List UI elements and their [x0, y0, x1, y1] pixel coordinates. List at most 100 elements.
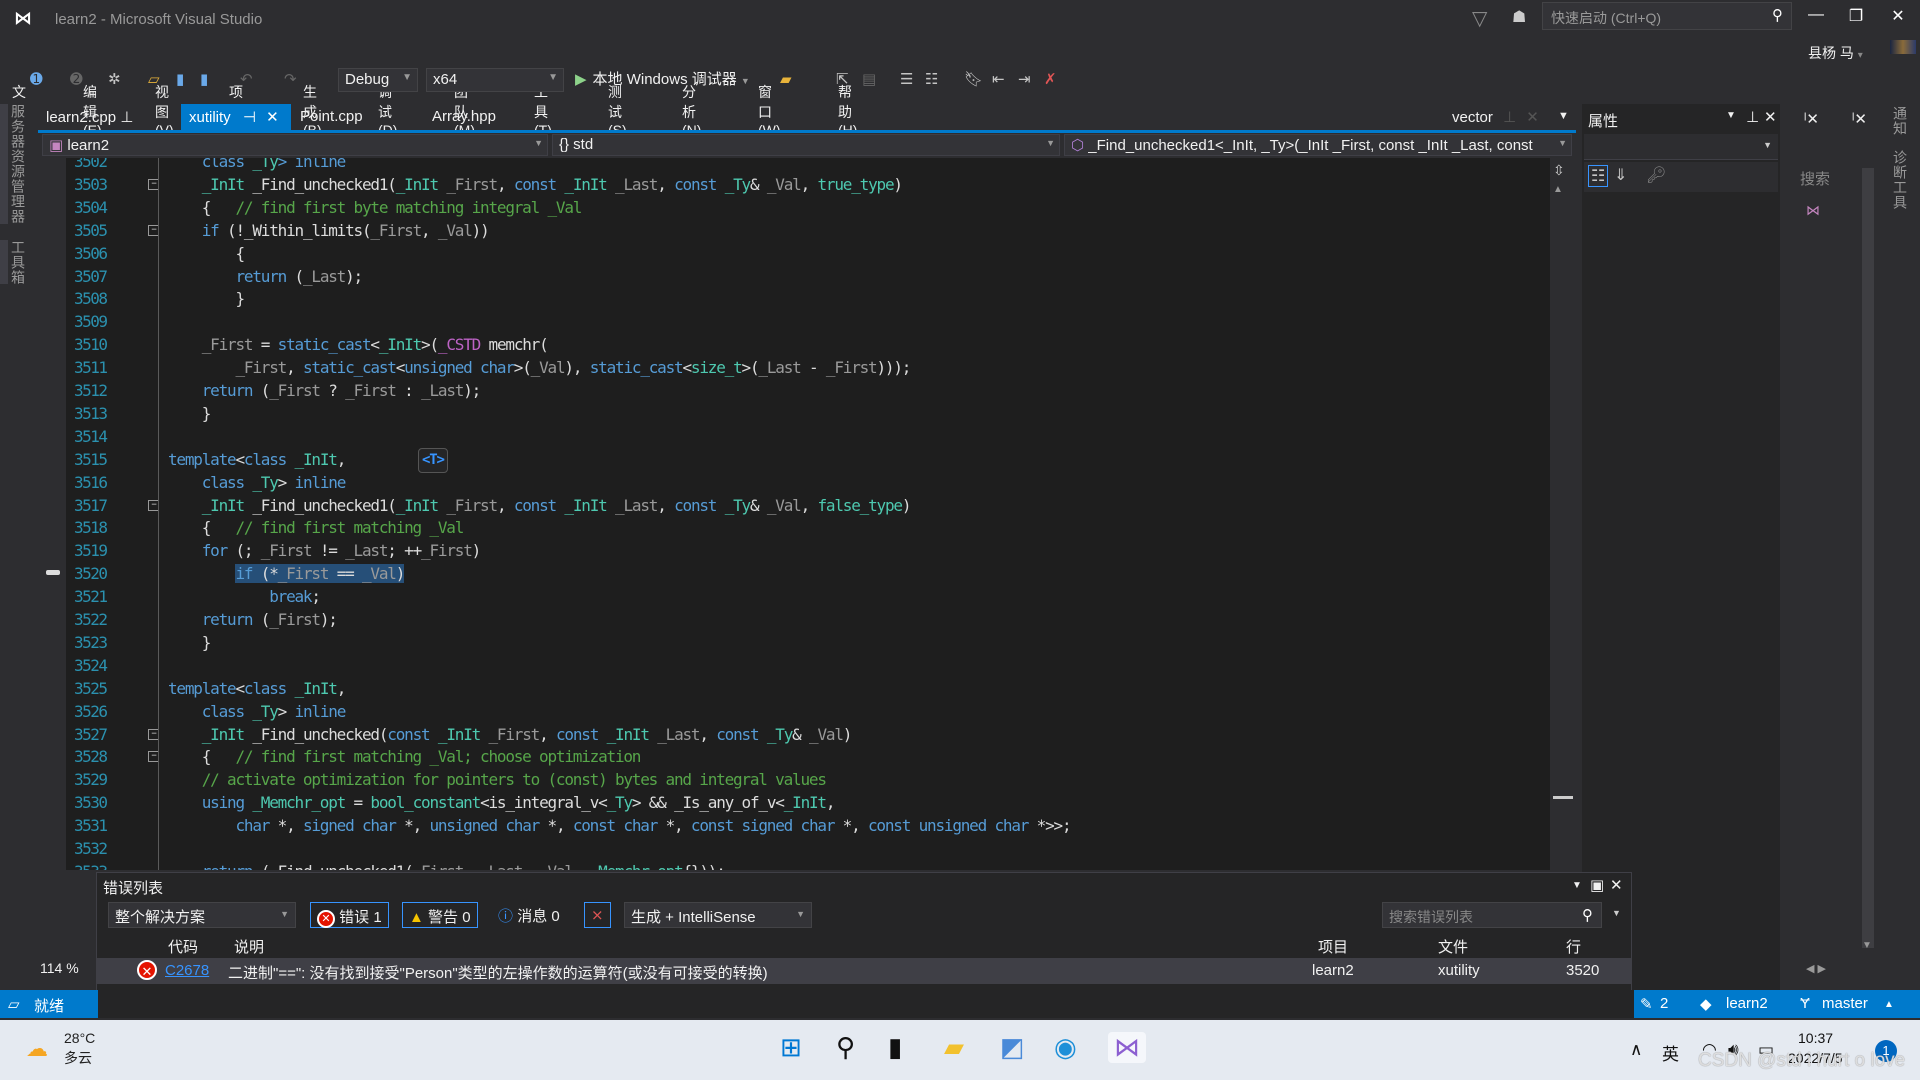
tab-xutility[interactable]: xutility ⊣ ✕ [181, 104, 291, 132]
avatar[interactable] [1890, 40, 1916, 54]
code-line[interactable]: 3519 for (; _First != _Last; ++_First) [38, 539, 1538, 562]
error-scope-select[interactable]: 整个解决方案 ▼ [108, 902, 296, 928]
close-icon[interactable]: ˡ✕ [1852, 110, 1867, 128]
minimize-button[interactable]: — [1796, 6, 1836, 24]
code-line[interactable]: 3525 template<class _InIt, [38, 677, 1538, 700]
save-all-icon[interactable]: ▮ [200, 70, 208, 88]
horizontal-scroll-icon[interactable]: ◀ ▶ [1806, 962, 1826, 975]
project-dropdown[interactable]: ▣ learn2 ▼ [42, 134, 548, 156]
warnings-filter-button[interactable]: ▲ 警告 0 [402, 902, 478, 928]
code-line[interactable]: 3529 // activate optimization for pointe… [38, 768, 1538, 791]
save-icon[interactable]: ▮ [176, 70, 184, 88]
errors-filter-button[interactable]: ✕ 错误 1 [310, 902, 389, 928]
tab-point-cpp[interactable]: Point.cpp [292, 104, 371, 132]
error-source-select[interactable]: 生成 + IntelliSense ▼ [624, 902, 812, 928]
categorized-view-icon[interactable]: ☷ [1588, 165, 1609, 187]
messages-filter-button[interactable]: ⓘ 消息 0 [492, 902, 566, 928]
chevron-up-icon[interactable]: ▲ [1884, 999, 1894, 1010]
tab-vector[interactable]: vector ⊥ ✕ [1444, 104, 1547, 132]
column-header-project[interactable]: 项目 [1318, 936, 1348, 957]
user-account[interactable]: 县杨 马 ▾ [1808, 43, 1863, 63]
uncomment-icon[interactable]: ☷ [925, 70, 938, 88]
tab-overflow-dropdown-icon[interactable]: ▼ [1558, 110, 1569, 122]
code-line[interactable]: 3512 return (_First ? _First : _Last); [38, 379, 1538, 402]
close-button[interactable]: ✕ [1878, 6, 1918, 26]
tab-learn2-cpp[interactable]: learn2.cpp ⊥ [38, 104, 141, 132]
resource-monitor-icon[interactable]: ◩ [1000, 1032, 1025, 1063]
notifications-tab[interactable]: 通知 [1890, 106, 1910, 136]
navigate-forward-icon[interactable]: ➋ [70, 70, 83, 88]
code-line[interactable]: 3507 return (_Last); [38, 265, 1538, 288]
scroll-up-icon[interactable]: ▲ [1553, 184, 1563, 195]
code-line[interactable]: 3533 return (_Find_unchecked1(_First, _L… [38, 860, 1538, 870]
code-line[interactable]: 3510 _First = static_cast<_InIt>(_CSTD m… [38, 333, 1538, 356]
code-line[interactable]: 3527− _InIt _Find_unchecked(const _InIt … [38, 723, 1538, 746]
panel-scrollbar[interactable] [1862, 168, 1874, 948]
show-hidden-icons-icon[interactable]: ∧ [1630, 1040, 1642, 1060]
indicator-margin[interactable] [38, 158, 66, 870]
open-file-icon[interactable]: ▱ [148, 70, 160, 88]
find-in-files-icon[interactable]: ▰ [780, 70, 792, 88]
code-line[interactable]: 3530 using _Memchr_opt = bool_constant<i… [38, 791, 1538, 814]
code-line[interactable]: 3518 { // find first matching _Val [38, 516, 1538, 539]
next-bookmark-icon[interactable]: ⇥ [1018, 70, 1031, 88]
breakpoint-window-icon[interactable]: ▤ [862, 70, 876, 88]
column-header-line[interactable]: 行 [1566, 936, 1581, 957]
code-line[interactable]: 3517− _InIt _Find_unchecked1(_InIt _Firs… [38, 494, 1538, 517]
solution-platform-select[interactable]: x64 ▼ [426, 68, 564, 92]
tab-array-hpp[interactable]: Array.hpp [424, 104, 504, 132]
error-search-input[interactable]: 搜索错误列表 ⚲ [1382, 902, 1602, 928]
quick-launch-input[interactable]: 快速启动 (Ctrl+Q) ⚲ [1542, 2, 1792, 30]
code-line[interactable]: 3520 if (*_First == _Val) [38, 562, 1538, 585]
pending-changes-icon[interactable]: ✎ [1640, 995, 1653, 1013]
code-line[interactable]: 3524 [38, 654, 1538, 677]
panel-dropdown-icon[interactable]: ▼ [1572, 880, 1582, 891]
editor-zoom-level[interactable]: 114 % [40, 960, 96, 976]
bookmark-icon[interactable]: 🔖︎ [964, 70, 983, 88]
code-line[interactable]: 3511 _First, static_cast<unsigned char>(… [38, 356, 1538, 379]
code-line[interactable]: 3514 [38, 425, 1538, 448]
clear-bookmarks-icon[interactable]: ✗ [1044, 70, 1057, 88]
diagnostic-tools-tab[interactable]: 诊断工具 [1890, 150, 1910, 210]
pin-icon[interactable]: ⊥ [1503, 109, 1516, 126]
feedback-icon[interactable]: ☗ [1512, 7, 1526, 27]
close-icon[interactable]: ✕ [1764, 108, 1777, 126]
toolbox-tab[interactable]: 工具箱 [8, 240, 28, 285]
close-icon[interactable]: ˡ✕ [1804, 110, 1819, 128]
server-explorer-tab[interactable]: 服务器资源管理器 [8, 104, 28, 224]
redo-icon[interactable]: ↷ [284, 70, 297, 88]
error-code-link[interactable]: C2678 [165, 962, 209, 979]
maximize-icon[interactable]: ▣ [1590, 876, 1604, 894]
column-header-file[interactable]: 文件 [1438, 936, 1468, 957]
code-line[interactable]: 3505− if (!_Within_limits(_First, _Val)) [38, 219, 1538, 242]
property-pages-icon[interactable]: 🔑︎ [1646, 165, 1666, 185]
new-project-icon[interactable]: ✲ [108, 70, 121, 88]
branch-name[interactable]: master [1822, 995, 1868, 1012]
code-line[interactable]: 3506 { [38, 242, 1538, 265]
step-icon[interactable]: ⇱ [836, 70, 849, 88]
visual-studio-taskbar-icon[interactable]: ⋈ [1108, 1032, 1146, 1063]
comment-icon[interactable]: ☰ [900, 70, 913, 88]
navigate-back-icon[interactable]: ➊ [30, 70, 43, 88]
solution-explorer-search[interactable]: 搜索 [1800, 168, 1830, 189]
task-view-icon[interactable]: ▮ [888, 1032, 902, 1063]
code-line[interactable]: 3503− _InIt _Find_unchecked1(_InIt _Firs… [38, 173, 1538, 196]
code-line[interactable]: 3526 class _Ty> inline [38, 700, 1538, 723]
notification-filter-icon[interactable]: ▽ [1472, 6, 1487, 31]
scope-dropdown[interactable]: {} std ▼ [552, 134, 1060, 156]
close-icon[interactable]: ✕ [1526, 109, 1539, 126]
search-icon[interactable]: ⚲ [836, 1032, 855, 1063]
solution-configuration-select[interactable]: Debug ▼ [338, 68, 418, 92]
template-hint-badge[interactable]: <T> [418, 447, 448, 473]
code-line[interactable]: 3502 class _Ty> inline [38, 158, 1538, 173]
start-debugging-button[interactable]: ▶ 本地 Windows 调试器 ▼ [575, 68, 750, 89]
branch-icon[interactable]: Ɏ [1800, 995, 1810, 1012]
code-line[interactable]: 3522 return (_First); [38, 608, 1538, 631]
file-explorer-icon[interactable]: ▰ [944, 1032, 964, 1063]
alphabetical-view-icon[interactable]: ⇓ [1614, 165, 1627, 185]
input-method-indicator[interactable]: 英 [1662, 1040, 1679, 1065]
restore-button[interactable]: ❐ [1836, 6, 1876, 26]
repository-icon[interactable]: ◆ [1700, 995, 1712, 1013]
column-header-code[interactable]: 代码 [168, 936, 198, 957]
pin-icon[interactable]: ⊣ [243, 109, 256, 126]
